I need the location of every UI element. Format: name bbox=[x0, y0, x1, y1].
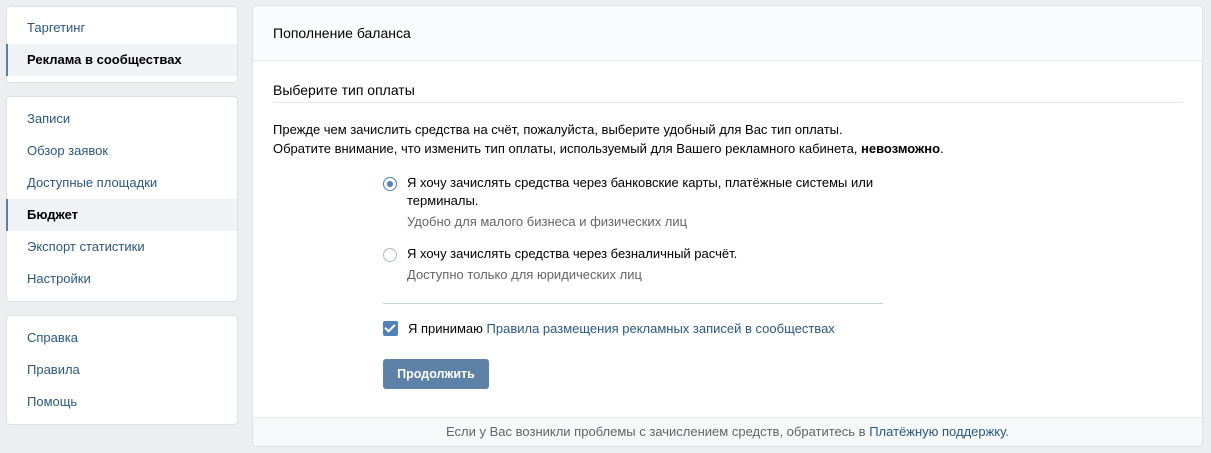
description-emphasis: невозможно bbox=[861, 141, 941, 156]
sidebar-item-rules[interactable]: Правила bbox=[7, 354, 237, 386]
sidebar-item-platforms[interactable]: Доступные площадки bbox=[7, 167, 237, 199]
section-title: Выберите тип оплаты bbox=[273, 82, 415, 98]
sidebar-block-cabinet: Записи Обзор заявок Доступные площадки Б… bbox=[6, 96, 238, 302]
support-footer: Если у Вас возникли проблемы с зачислени… bbox=[253, 417, 1202, 446]
sidebar-item-budget[interactable]: Бюджет bbox=[6, 199, 237, 231]
option-hint: Доступно только для юридических лиц bbox=[407, 267, 642, 282]
option-hint: Удобно для малого бизнеса и физических л… bbox=[407, 214, 688, 229]
description-line-2: Обратите внимание, что изменить тип опла… bbox=[273, 139, 944, 158]
option-label: Я хочу зачислять средства через банковск… bbox=[407, 175, 874, 208]
sidebar-item-community-ads[interactable]: Реклама в сообществах bbox=[6, 44, 237, 76]
sidebar-item-support[interactable]: Помощь bbox=[7, 386, 237, 418]
footer-period: . bbox=[1005, 424, 1009, 439]
radio-button[interactable] bbox=[383, 248, 397, 262]
description-text: Обратите внимание, что изменить тип опла… bbox=[273, 141, 862, 156]
description-period: . bbox=[940, 141, 944, 156]
radio-button-selected[interactable] bbox=[383, 177, 397, 191]
option-text: Я хочу зачислять средства через безналич… bbox=[407, 245, 887, 284]
ad-rules-link[interactable]: Правила размещения рекламных записей в с… bbox=[487, 321, 835, 336]
section-divider bbox=[273, 102, 1183, 103]
balance-panel: Пополнение баланса Выберите тип оплаты П… bbox=[252, 5, 1203, 447]
sidebar-item-requests[interactable]: Обзор заявок bbox=[7, 135, 237, 167]
sidebar-item-settings[interactable]: Настройки bbox=[7, 263, 237, 295]
payment-description: Прежде чем зачислить средства на счёт, п… bbox=[273, 120, 944, 158]
sidebar-block-ads-type: Таргетинг Реклама в сообществах bbox=[6, 6, 238, 83]
sidebar-item-posts[interactable]: Записи bbox=[7, 103, 237, 135]
payment-option-cards[interactable]: Я хочу зачислять средства через банковск… bbox=[383, 174, 887, 231]
option-label: Я хочу зачислять средства через безналич… bbox=[407, 246, 738, 261]
continue-button[interactable]: Продолжить bbox=[383, 359, 489, 389]
accept-rules-checkbox[interactable] bbox=[383, 321, 398, 336]
footer-text: Если у Вас возникли проблемы с зачислени… bbox=[446, 424, 866, 439]
sidebar-block-help: Справка Правила Помощь bbox=[6, 315, 238, 425]
accept-rules-text: Я принимаю bbox=[408, 321, 483, 336]
form-divider bbox=[383, 303, 883, 304]
sidebar-item-help[interactable]: Справка bbox=[7, 322, 237, 354]
payment-support-link[interactable]: Платёжную поддержку bbox=[869, 424, 1005, 439]
option-text: Я хочу зачислять средства через банковск… bbox=[407, 174, 887, 231]
sidebar-item-targeting[interactable]: Таргетинг bbox=[7, 12, 237, 44]
accept-rules-row: Я принимаю Правила размещения рекламных … bbox=[383, 321, 835, 336]
sidebar-item-export-stats[interactable]: Экспорт статистики bbox=[7, 231, 237, 263]
description-line-1: Прежде чем зачислить средства на счёт, п… bbox=[273, 122, 843, 137]
page-title: Пополнение баланса bbox=[253, 6, 1202, 61]
payment-option-cashless[interactable]: Я хочу зачислять средства через безналич… bbox=[383, 245, 887, 284]
